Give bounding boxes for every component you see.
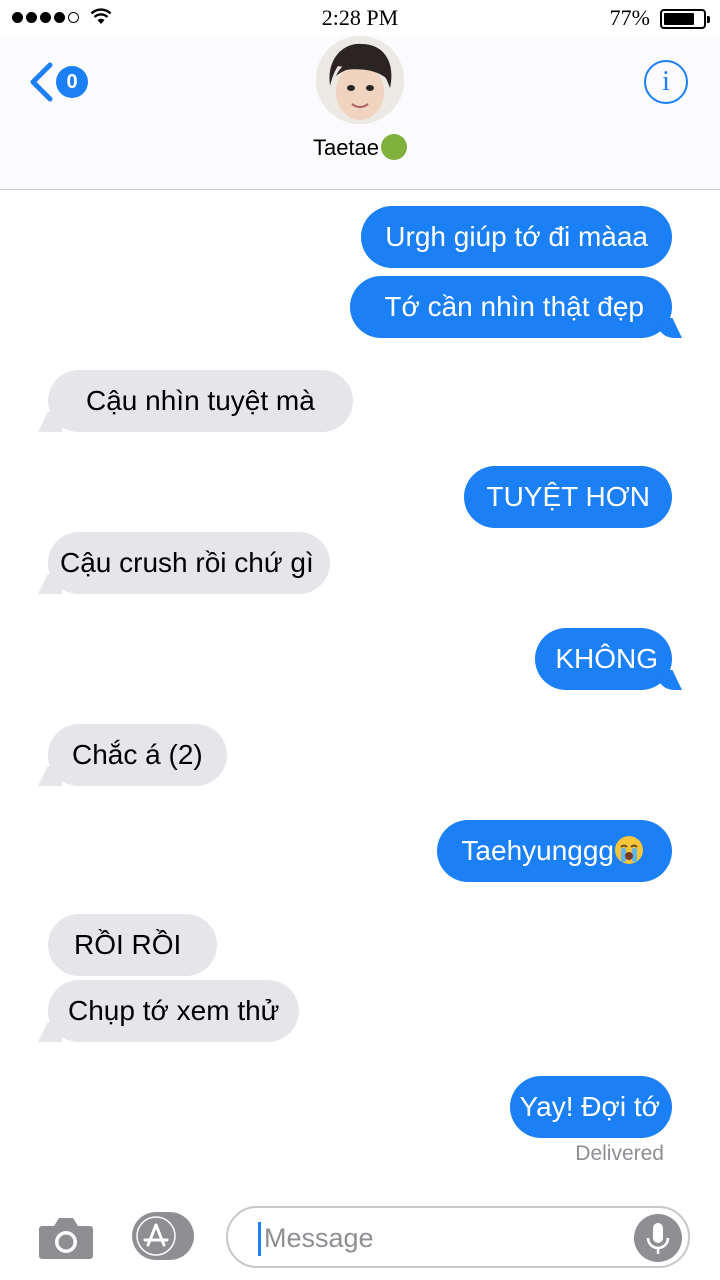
- message-bubble-sent[interactable]: Taehyunggg: [437, 820, 672, 882]
- microphone-icon: [646, 1223, 670, 1254]
- message-bubble-received[interactable]: RỒI RỒI: [48, 914, 218, 976]
- message-bubble-received[interactable]: Cậu crush rồi chứ gì: [48, 532, 330, 594]
- battery-percent: 77%: [609, 5, 650, 30]
- unread-badge: 0: [56, 66, 88, 98]
- contact-avatar[interactable]: [316, 36, 404, 124]
- contact-name[interactable]: Taetae: [0, 134, 720, 161]
- message-bubble-sent[interactable]: TUYỆT HƠN: [464, 466, 672, 528]
- message-bubble-received[interactable]: Cậu nhìn tuyệt mà: [48, 370, 353, 432]
- delivered-status: Delivered: [575, 1142, 664, 1165]
- message-bubble-sent[interactable]: Urgh giúp tớ đi màaa: [361, 206, 672, 268]
- chevron-left-icon: [30, 62, 53, 102]
- message-bubble-sent[interactable]: Tớ cần nhìn thật đẹp: [350, 276, 672, 338]
- conversation-header: 0 Taetae i: [0, 36, 720, 190]
- message-placeholder: Message: [264, 1223, 374, 1253]
- message-bubble-received[interactable]: Chắc á (2): [48, 724, 227, 786]
- contact-name-label: Taetae: [312, 135, 380, 160]
- compose-bar: Message: [0, 1196, 720, 1280]
- back-button[interactable]: 0: [28, 56, 98, 106]
- info-button[interactable]: i: [644, 60, 688, 104]
- message-text: Taehyunggg: [461, 835, 614, 866]
- status-bar: 2:28 PM 77%: [0, 0, 720, 36]
- camera-icon[interactable]: [38, 1214, 94, 1260]
- message-bubble-sent[interactable]: Yay! Đợi tớ: [509, 1076, 672, 1138]
- app-store-button[interactable]: [132, 1212, 194, 1260]
- message-bubble-sent[interactable]: KHÔNG: [535, 628, 672, 690]
- message-bubble-received[interactable]: Chụp tớ xem thử: [48, 980, 300, 1042]
- app-store-icon: [136, 1216, 176, 1256]
- battery-icon: [660, 9, 710, 29]
- text-caret: [258, 1222, 261, 1256]
- nauseated-face-emoji-icon: [381, 134, 408, 160]
- message-input[interactable]: Message: [226, 1206, 690, 1268]
- avatar-photo: [316, 36, 404, 124]
- microphone-button[interactable]: [634, 1214, 682, 1262]
- loudly-crying-face-icon: [615, 836, 643, 864]
